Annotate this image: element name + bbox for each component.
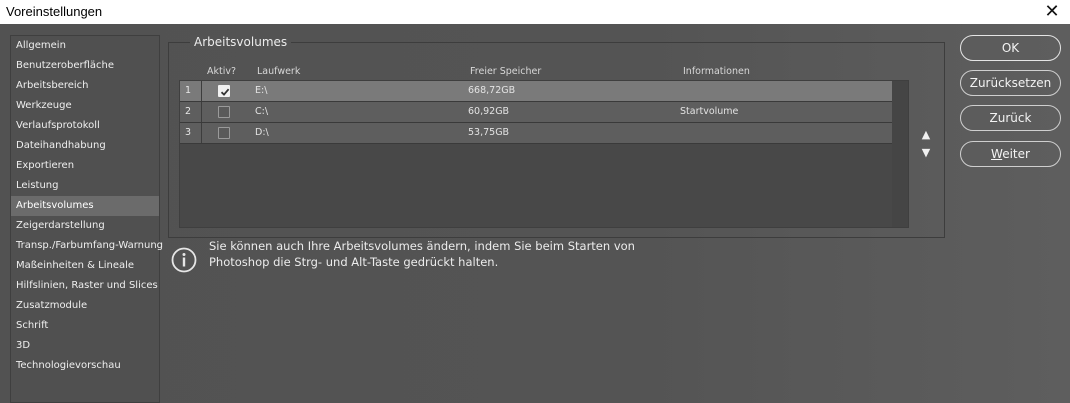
sidebar-item-verlaufsprotokoll[interactable]: Verlaufsprotokoll	[11, 116, 159, 136]
sidebar-item-allgemein[interactable]: Allgemein	[11, 36, 159, 56]
sidebar-item-farbumfang-warnung[interactable]: Transp./Farbumfang-Warnung	[11, 236, 163, 256]
table-row[interactable]: 2 C:\ 60,92GB Startvolume	[180, 102, 892, 123]
group-title: Arbeitsvolumes	[190, 35, 292, 49]
free-space-cell: 53,75GB	[468, 127, 510, 138]
sidebar-item-zeigerdarstellung[interactable]: Zeigerdarstellung	[11, 216, 159, 236]
sidebar-item-masseinheiten[interactable]: Maßeinheiten & Lineale	[11, 256, 159, 276]
next-button-mnemonic: W	[991, 147, 1003, 161]
active-checkbox[interactable]	[218, 127, 230, 139]
sidebar-item-zusatzmodule[interactable]: Zusatzmodule	[11, 296, 159, 316]
active-checkbox[interactable]	[218, 106, 230, 118]
row-number: 3	[180, 123, 202, 143]
drive-cell: C:\	[255, 106, 269, 117]
back-button[interactable]: Zurück	[960, 105, 1061, 131]
info-line-2: Photoshop die Strg- und Alt-Taste gedrüc…	[209, 255, 499, 269]
sidebar-item-benutzeroberflaeche[interactable]: Benutzeroberfläche	[11, 56, 159, 76]
reset-button[interactable]: Zurücksetzen	[960, 70, 1061, 96]
sidebar-item-leistung[interactable]: Leistung	[11, 176, 159, 196]
table-row[interactable]: 1 E:\ 668,72GB	[180, 81, 892, 102]
window-title: Voreinstellungen	[6, 4, 103, 19]
drive-cell: E:\	[255, 85, 268, 96]
sidebar-item-technologievorschau[interactable]: Technologievorschau	[11, 356, 159, 376]
sidebar-item-3d[interactable]: 3D	[11, 336, 159, 356]
free-space-cell: 60,92GB	[468, 106, 510, 117]
drive-cell: D:\	[255, 127, 269, 138]
preferences-sidebar: Allgemein Benutzeroberfläche Arbeitsbere…	[10, 35, 163, 403]
sidebar-item-arbeitsvolumes[interactable]: Arbeitsvolumes	[11, 196, 159, 216]
next-button[interactable]: Weiter	[960, 141, 1061, 167]
sidebar-item-arbeitsbereich[interactable]: Arbeitsbereich	[11, 76, 159, 96]
info-message: Sie können auch Ihre Arbeitsvolumes ände…	[209, 238, 649, 270]
row-number: 1	[180, 81, 202, 101]
info-line-1: Sie können auch Ihre Arbeitsvolumes ände…	[209, 239, 635, 253]
sidebar-item-dateihandhabung[interactable]: Dateihandhabung	[11, 136, 159, 156]
info-cell: Startvolume	[680, 106, 739, 117]
column-header-drive: Laufwerk	[257, 66, 301, 77]
sidebar-item-schrift[interactable]: Schrift	[11, 316, 159, 336]
column-header-info: Informationen	[683, 66, 750, 77]
sidebar-item-exportieren[interactable]: Exportieren	[11, 156, 159, 176]
row-number: 2	[180, 102, 202, 122]
free-space-cell: 668,72GB	[468, 85, 516, 96]
next-button-label: eiter	[1002, 147, 1030, 161]
info-icon	[171, 247, 197, 273]
sidebar-item-hilfslinien[interactable]: Hilfslinien, Raster und Slices	[11, 276, 159, 296]
column-header-active: Aktiv?	[207, 66, 237, 77]
sidebar-item-werkzeuge[interactable]: Werkzeuge	[11, 96, 159, 116]
title-bar: Voreinstellungen ✕	[0, 0, 1070, 24]
column-header-free-space: Freier Speicher	[470, 66, 542, 77]
ok-button[interactable]: OK	[960, 35, 1061, 61]
active-checkbox[interactable]	[218, 85, 230, 97]
move-up-arrow-icon[interactable]: ▲	[919, 129, 933, 141]
checkmark-icon	[220, 88, 230, 96]
move-down-arrow-icon[interactable]: ▼	[919, 147, 933, 159]
table-row[interactable]: 3 D:\ 53,75GB	[180, 123, 892, 144]
close-icon[interactable]: ✕	[1044, 0, 1060, 22]
table-scrollbar[interactable]	[892, 81, 908, 227]
